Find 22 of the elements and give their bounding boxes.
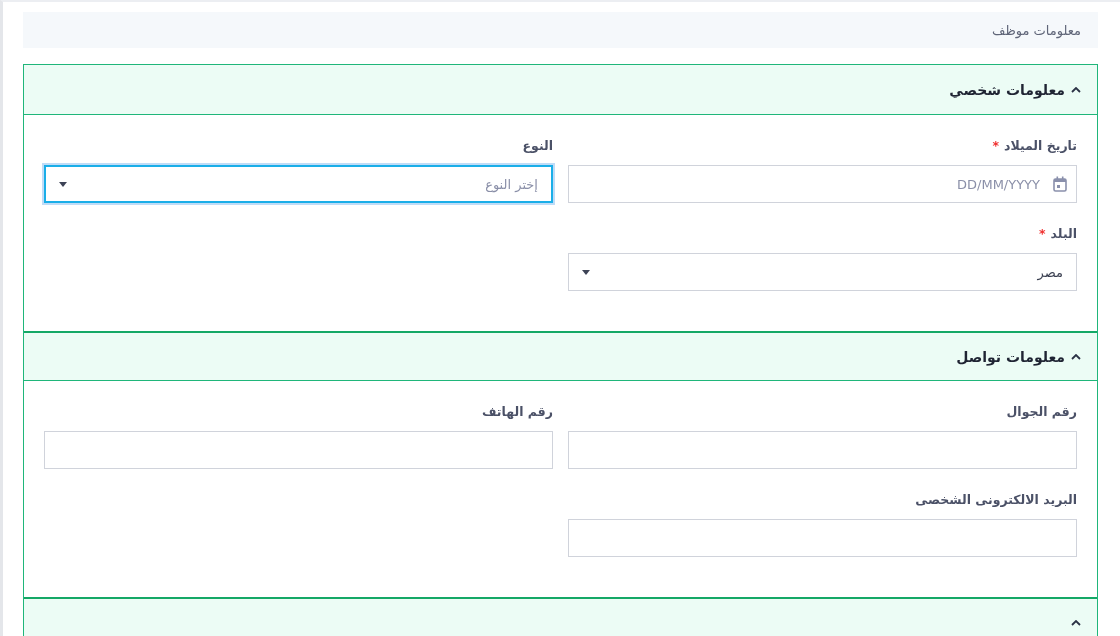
required-asterisk: *: [992, 137, 999, 153]
section-title: معلومات تواصل: [956, 348, 1065, 365]
field-label: رقم الجوال: [1006, 403, 1077, 419]
text-field[interactable]: [568, 519, 1077, 557]
text-field[interactable]: [44, 431, 553, 469]
text-field[interactable]: [568, 431, 1077, 469]
date-field[interactable]: DD/MM/YYYY: [568, 165, 1077, 203]
section-header[interactable]: معلومات تواصل: [24, 331, 1097, 381]
required-asterisk: *: [1039, 225, 1046, 241]
field-label: البريد الالكترونى الشخصى: [915, 491, 1077, 507]
caret-icon: [59, 181, 67, 187]
section-header[interactable]: معلومات شخصي: [24, 65, 1097, 115]
caret-icon: [582, 269, 590, 275]
calendar-icon: [1053, 176, 1067, 192]
field-label: تاريخ الميلاد: [1004, 137, 1077, 153]
dropdown-field[interactable]: مصر: [568, 253, 1077, 291]
section-header[interactable]: [24, 597, 1097, 636]
section-title: معلومات شخصي: [949, 81, 1065, 98]
field-label: البلد: [1050, 225, 1077, 241]
field-label: رقم الهاتف: [481, 403, 553, 419]
breadcrumb-title: معلومات موظف: [991, 22, 1081, 38]
field-label: النوع: [522, 137, 553, 153]
